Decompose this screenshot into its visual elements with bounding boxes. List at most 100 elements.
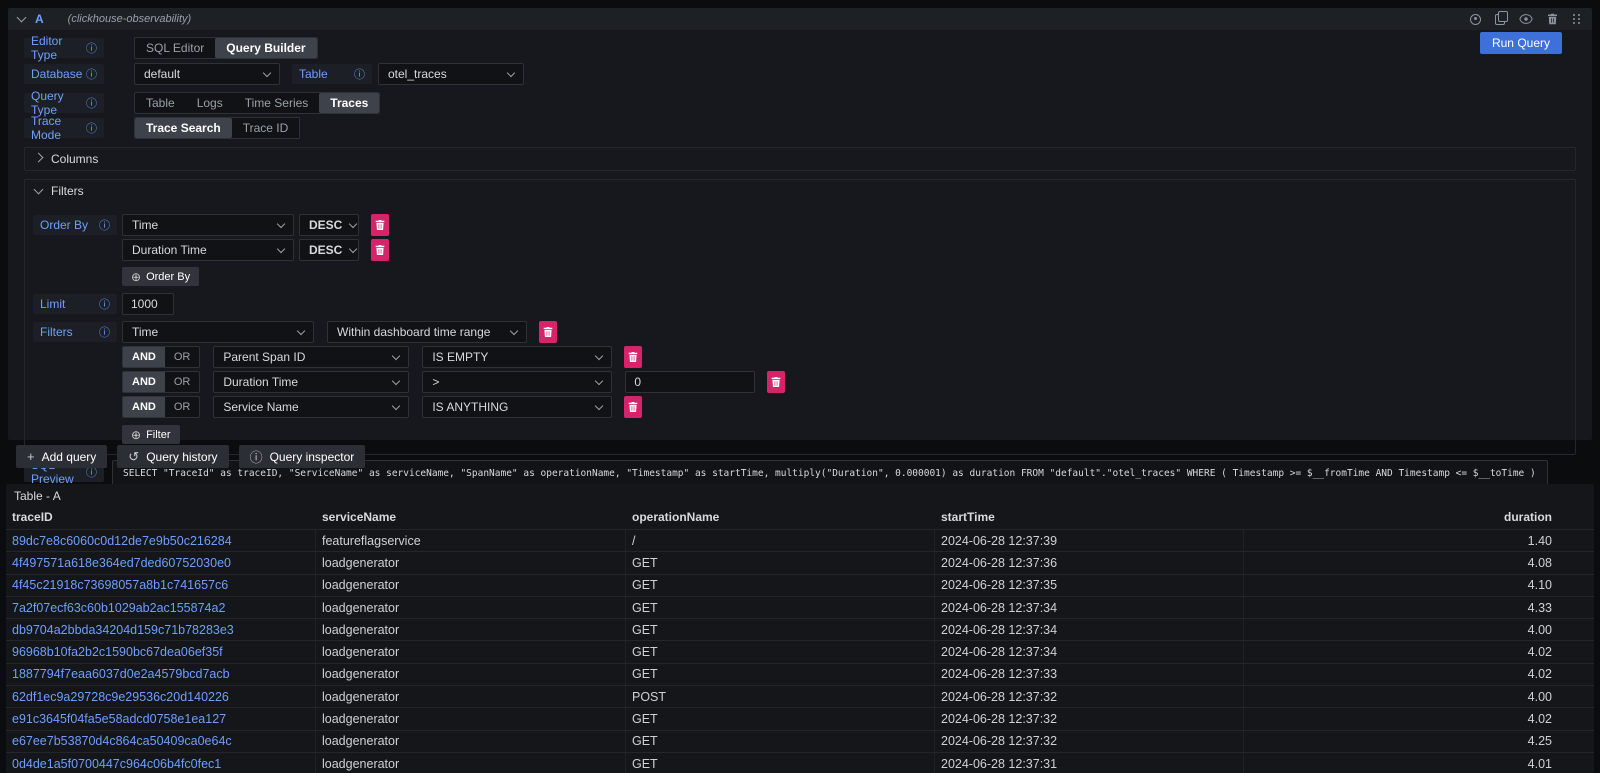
remove-filter-button[interactable]	[624, 396, 642, 418]
order-by-direction-select[interactable]: DESC	[299, 239, 359, 261]
info-icon[interactable]: ⓘ	[86, 120, 97, 136]
and-option[interactable]: AND	[123, 347, 165, 367]
order-by-field-select[interactable]: Duration Time	[122, 239, 294, 261]
filter-field-select[interactable]: Duration Time	[213, 371, 409, 393]
info-icon[interactable]: ⓘ	[99, 217, 110, 233]
info-icon[interactable]: ⓘ	[99, 324, 110, 340]
remove-query-trash-icon[interactable]	[1547, 13, 1558, 25]
collapse-query-chevron-icon[interactable]	[17, 13, 27, 23]
filter-value-input[interactable]	[625, 371, 755, 393]
trace-id-link[interactable]: db9704a2bbda34204d159c71b78283e3	[6, 619, 316, 640]
column-header-starttime[interactable]: startTime	[935, 507, 1244, 529]
tab-trace-id[interactable]: Trace ID	[232, 118, 300, 138]
hide-response-eye-icon[interactable]	[1519, 13, 1533, 25]
remove-filter-button[interactable]	[767, 371, 785, 393]
tab-trace-search[interactable]: Trace Search	[135, 118, 232, 138]
tab-sql-editor[interactable]: SQL Editor	[135, 38, 215, 58]
column-header-duration[interactable]: duration	[1244, 507, 1594, 529]
order-by-field-select[interactable]: Time	[122, 214, 294, 236]
trace-id-link[interactable]: 4f497571a618e364ed7ded60752030e0	[6, 552, 316, 573]
or-option[interactable]: OR	[165, 347, 200, 367]
chevron-down-icon	[392, 401, 400, 409]
filter-condition-row: AND OR Service Name IS ANYTHING	[122, 396, 1575, 418]
and-option[interactable]: AND	[123, 372, 165, 392]
table-row: 96968b10fa2b2c1590bc67dea06ef35f loadgen…	[6, 640, 1594, 662]
trace-mode-label: Trace Modeⓘ	[24, 118, 104, 138]
remove-order-by-button[interactable]	[371, 214, 389, 236]
tab-logs[interactable]: Logs	[186, 93, 234, 113]
info-icon[interactable]: ⓘ	[86, 66, 97, 82]
add-filter-button[interactable]: ⊕ Filter	[122, 425, 180, 444]
operation-name-cell: /	[626, 530, 935, 551]
filter-operator-select[interactable]: IS ANYTHING	[422, 396, 612, 418]
filter-field-select[interactable]: Service Name	[213, 396, 409, 418]
time-filter-operator-select[interactable]: Within dashboard time range	[327, 321, 527, 343]
table-row: 0d4de1a5f0700447c964c06b4fc0fec1 loadgen…	[6, 752, 1594, 773]
columns-section: Columns	[24, 147, 1576, 171]
trace-id-link[interactable]: 96968b10fa2b2c1590bc67dea06ef35f	[6, 641, 316, 662]
start-time-cell: 2024-06-28 12:37:39	[935, 530, 1244, 551]
query-history-button[interactable]: ↺ Query history	[117, 445, 228, 468]
record-query-icon[interactable]	[1470, 14, 1481, 25]
limit-input[interactable]	[122, 293, 174, 315]
tab-time-series[interactable]: Time Series	[234, 93, 320, 113]
or-option[interactable]: OR	[165, 372, 200, 392]
operation-name-cell: GET	[626, 753, 935, 773]
info-icon[interactable]: ⓘ	[86, 40, 97, 56]
trace-id-link[interactable]: e67ee7b53870d4c864ca50409ca0e64c	[6, 731, 316, 752]
duration-cell: 4.10	[1244, 575, 1594, 596]
service-name-cell: loadgenerator	[316, 552, 626, 573]
chevron-down-icon	[34, 185, 44, 195]
query-footer-toolbar: + Add query ↺ Query history ⓘ Query insp…	[16, 445, 365, 468]
tab-query-builder[interactable]: Query Builder	[215, 38, 316, 58]
operation-name-cell: GET	[626, 641, 935, 662]
query-inspector-button[interactable]: ⓘ Query inspector	[239, 445, 366, 468]
info-icon[interactable]: ⓘ	[354, 66, 365, 82]
trace-id-link[interactable]: 1887794f7eaa6037d0e2a4579bcd7acb	[6, 664, 316, 685]
info-icon[interactable]: ⓘ	[86, 95, 97, 111]
bool-operator-group: AND OR	[122, 346, 200, 368]
trace-id-link[interactable]: 4f45c21918c73698057a8b1c741657c6	[6, 575, 316, 596]
filter-operator-select[interactable]: IS EMPTY	[422, 346, 612, 368]
service-name-cell: loadgenerator	[316, 686, 626, 707]
duplicate-query-icon[interactable]	[1495, 14, 1505, 25]
and-option[interactable]: AND	[123, 397, 165, 417]
chevron-down-icon	[507, 68, 515, 76]
filter-field-select[interactable]: Parent Span ID	[213, 346, 409, 368]
tab-traces[interactable]: Traces	[319, 93, 379, 113]
start-time-cell: 2024-06-28 12:37:34	[935, 597, 1244, 618]
run-query-button[interactable]: Run Query	[1480, 32, 1562, 54]
trace-id-link[interactable]: 7a2f07ecf63c60b1029ab2ac155874a2	[6, 597, 316, 618]
add-order-by-button[interactable]: ⊕ Order By	[122, 267, 199, 286]
table-select[interactable]: otel_traces	[378, 63, 524, 85]
order-by-direction-select[interactable]: DESC	[299, 214, 359, 236]
trace-id-link[interactable]: 89dc7e8c6060c0d12de7e9b50c216284	[6, 530, 316, 551]
add-query-button[interactable]: + Add query	[16, 445, 107, 468]
column-header-traceid[interactable]: traceID	[6, 507, 316, 529]
table-row: 4f45c21918c73698057a8b1c741657c6 loadgen…	[6, 574, 1594, 596]
columns-section-header[interactable]: Columns	[25, 148, 1575, 170]
column-header-servicename[interactable]: serviceName	[316, 507, 626, 529]
table-row: 1887794f7eaa6037d0e2a4579bcd7acb loadgen…	[6, 663, 1594, 685]
trace-id-link[interactable]: 62df1ec9a29728c9e29536c20d140226	[6, 686, 316, 707]
editor-type-radiogroup: SQL Editor Query Builder	[134, 37, 318, 59]
filters-section-header[interactable]: Filters	[25, 180, 1575, 202]
duration-cell: 4.25	[1244, 731, 1594, 752]
start-time-cell: 2024-06-28 12:37:32	[935, 686, 1244, 707]
info-icon[interactable]: ⓘ	[99, 296, 110, 312]
column-header-operationname[interactable]: operationName	[626, 507, 935, 529]
editor-type-label: Editor Typeⓘ	[24, 38, 104, 58]
query-row-header[interactable]: A (clickhouse-observability)	[8, 8, 1592, 30]
remove-filter-button[interactable]	[624, 346, 642, 368]
database-select[interactable]: default	[134, 63, 280, 85]
or-option[interactable]: OR	[165, 397, 200, 417]
trace-id-link[interactable]: e91c3645f04fa5e58adcd0758e1ea127	[6, 708, 316, 729]
remove-filter-button[interactable]	[539, 321, 557, 343]
drag-handle-icon[interactable]	[1572, 13, 1582, 25]
remove-order-by-button[interactable]	[371, 239, 389, 261]
time-filter-field-select[interactable]: Time	[122, 321, 314, 343]
start-time-cell: 2024-06-28 12:37:32	[935, 708, 1244, 729]
trace-id-link[interactable]: 0d4de1a5f0700447c964c06b4fc0fec1	[6, 753, 316, 773]
filter-operator-select[interactable]: >	[422, 371, 612, 393]
tab-table[interactable]: Table	[135, 93, 186, 113]
